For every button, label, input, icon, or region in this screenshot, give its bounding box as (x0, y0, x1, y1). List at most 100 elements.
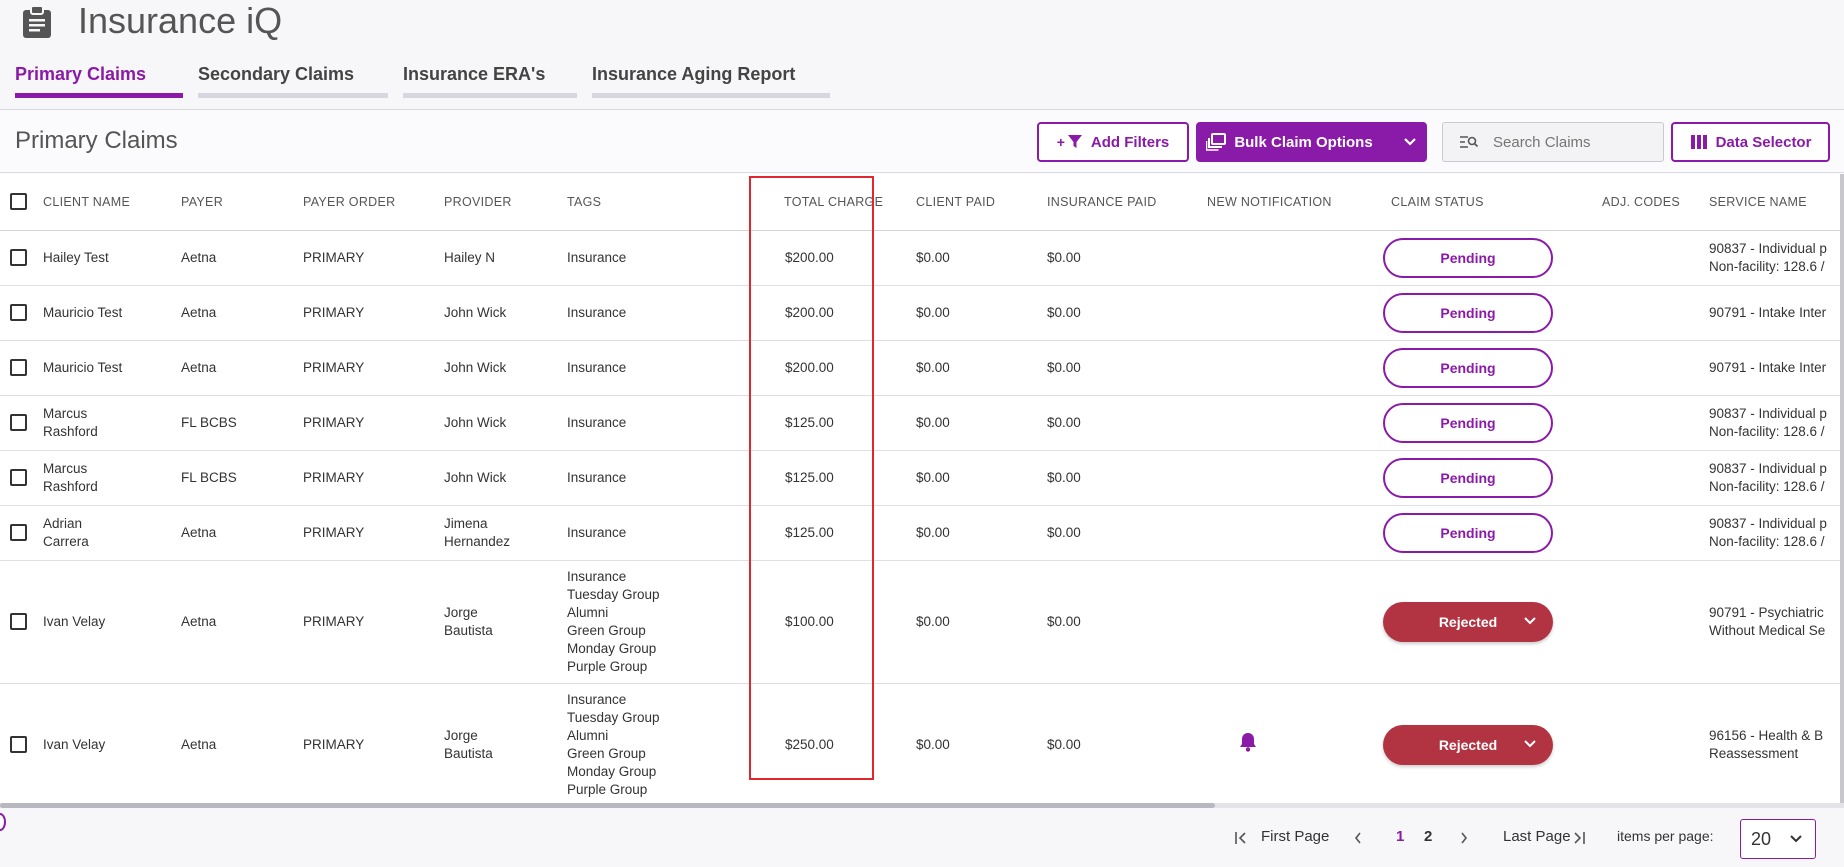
client-name: Mauricio Test (43, 304, 123, 320)
provider-name: Jimena (444, 515, 488, 531)
search-input[interactable] (1493, 133, 1653, 151)
last-page-icon[interactable] (1572, 831, 1586, 845)
chevron-right-icon[interactable] (1459, 831, 1469, 845)
table-row[interactable]: Ivan Velay Aetna PRIMARY Jorge Bautista I… (0, 683, 1844, 806)
cell-client-name[interactable]: Ivan Velay (43, 560, 181, 684)
tab-secondary-claims[interactable]: Secondary Claims (198, 64, 388, 98)
column-header[interactable]: SERVICE NAME (1700, 174, 1844, 231)
row-checkbox[interactable] (10, 304, 27, 322)
chevron-left-icon[interactable] (1353, 831, 1363, 845)
cell-service-name: 90837 - Individual p Non-facility: 128.6 … (1700, 395, 1844, 451)
cell-provider: John Wick (444, 285, 567, 341)
column-header[interactable]: CLAIM STATUS (1383, 174, 1573, 231)
provider-name: Hailey N (444, 249, 496, 265)
first-page-button[interactable]: First Page (1261, 828, 1329, 845)
status-pending-button[interactable]: Pending (1383, 512, 1553, 553)
column-header[interactable]: PAYER (181, 174, 303, 231)
cell-payer-order: PRIMARY (303, 560, 444, 684)
last-page-button[interactable]: Last Page (1503, 828, 1571, 845)
add-filters-button[interactable]: + Add Filters (1037, 122, 1189, 162)
bulk-claim-options-button[interactable]: Bulk Claim Options (1196, 122, 1427, 162)
tag: Tuesday Group (567, 709, 660, 725)
status-rejected-dropdown[interactable]: Rejected (1383, 601, 1553, 642)
search-box[interactable] (1442, 122, 1664, 162)
tab-primary-claims[interactable]: Primary Claims (15, 64, 183, 98)
status-pending-button[interactable]: Pending (1383, 237, 1553, 278)
bell-icon[interactable] (1239, 732, 1257, 752)
data-selector-button[interactable]: Data Selector (1671, 122, 1830, 162)
tab-insurance-eras[interactable]: Insurance ERA's (403, 64, 577, 98)
cell-adj-codes (1573, 560, 1700, 684)
cell-service-name: 96156 - Health & B Reassessment (1700, 683, 1844, 806)
column-header[interactable]: TOTAL CHARGE (766, 174, 916, 231)
column-header[interactable]: NEW NOTIFICATION (1207, 174, 1383, 231)
column-header[interactable]: TAGS (567, 174, 766, 231)
table-row[interactable]: Mauricio Test Aetna PRIMARY John Wick In… (0, 340, 1844, 396)
cell-client-name[interactable]: Adrian Carrera (43, 505, 181, 561)
table-row[interactable]: Hailey Test Aetna PRIMARY Hailey N Insur… (0, 230, 1844, 286)
row-checkbox[interactable] (10, 524, 27, 542)
status-pending-button[interactable]: Pending (1383, 347, 1553, 388)
row-checkbox[interactable] (10, 736, 27, 754)
cell-client-name[interactable]: Marcus Rashford (43, 450, 181, 506)
tag: Insurance (567, 469, 627, 485)
client-name: Marcus (43, 405, 88, 421)
row-checkbox[interactable] (10, 469, 27, 487)
client-name: Ivan Velay (43, 613, 106, 629)
first-page-icon[interactable] (1234, 831, 1248, 845)
status-pending-button[interactable]: Pending (1383, 457, 1553, 498)
status-pending-button[interactable]: Pending (1383, 292, 1553, 333)
table-row[interactable]: Marcus Rashford FL BCBS PRIMARY John Wick… (0, 450, 1844, 506)
cell-client-name[interactable]: Marcus Rashford (43, 395, 181, 451)
cell-payer: Aetna (181, 285, 303, 341)
cell-client-name[interactable]: Ivan Velay (43, 683, 181, 806)
cell-client-name[interactable]: Hailey Test (43, 230, 181, 286)
page-number[interactable]: 2 (1424, 828, 1432, 845)
vertical-scrollbar[interactable] (1840, 174, 1844, 804)
cell-client-paid: $0.00 (916, 450, 1047, 506)
search-list-icon (1460, 136, 1479, 148)
cell-insurance-paid: $0.00 (1047, 230, 1207, 286)
cell-client-name[interactable]: Mauricio Test (43, 340, 181, 396)
service-line: 90837 - Individual p (1709, 405, 1827, 421)
column-header[interactable]: INSURANCE PAID (1047, 174, 1207, 231)
status-label: Rejected (1438, 736, 1498, 753)
cell-adj-codes (1573, 395, 1700, 451)
column-header[interactable]: CLIENT PAID (916, 174, 1047, 231)
row-checkbox[interactable] (10, 249, 27, 267)
table-row[interactable]: Marcus Rashford FL BCBS PRIMARY John Wick… (0, 395, 1844, 451)
service-line: Without Medical Se (1709, 622, 1826, 638)
cell-new-notification (1207, 230, 1383, 286)
row-checkbox[interactable] (10, 359, 27, 377)
column-header[interactable]: PAYER ORDER (303, 174, 444, 231)
status-pending-button[interactable]: Pending (1383, 402, 1553, 443)
provider-name: Jorge (444, 604, 478, 620)
chevron-down-icon (1524, 616, 1536, 624)
status-label: Pending (1440, 524, 1496, 541)
table-row[interactable]: Ivan Velay Aetna PRIMARY Jorge Bautista I… (0, 560, 1844, 684)
column-header[interactable]: ADJ. CODES (1573, 174, 1700, 231)
select-all-checkbox[interactable] (10, 193, 27, 211)
table-row[interactable]: Adrian Carrera Aetna PRIMARY Jimena Hernan… (0, 505, 1844, 561)
cell-client-name[interactable]: Mauricio Test (43, 285, 181, 341)
column-header[interactable]: CLIENT NAME (43, 174, 181, 231)
items-per-page-select[interactable]: 20 (1740, 819, 1816, 859)
cell-tags: Insurance (567, 230, 766, 286)
row-checkbox[interactable] (10, 414, 27, 432)
cell-payer-order: PRIMARY (303, 683, 444, 806)
app-title: Insurance iQ (78, 0, 283, 41)
row-checkbox[interactable] (10, 613, 27, 631)
chevron-down-icon (1403, 138, 1416, 146)
page-number[interactable]: 1 (1396, 828, 1404, 845)
column-header[interactable]: PROVIDER (444, 174, 567, 231)
status-label: Pending (1440, 359, 1496, 376)
tab-insurance-aging-report[interactable]: Insurance Aging Report (592, 64, 830, 98)
tag: Insurance (567, 414, 627, 430)
table-row[interactable]: Mauricio Test Aetna PRIMARY John Wick In… (0, 285, 1844, 341)
status-rejected-dropdown[interactable]: Rejected (1383, 724, 1553, 765)
bulk-claim-options-label: Bulk Claim Options (1234, 133, 1373, 151)
service-line: 90791 - Intake Inter (1709, 359, 1827, 375)
cell-claim-status: Rejected (1383, 560, 1573, 684)
cell-insurance-paid: $0.00 (1047, 560, 1207, 684)
service-line: 90791 - Psychiatric (1709, 604, 1824, 620)
